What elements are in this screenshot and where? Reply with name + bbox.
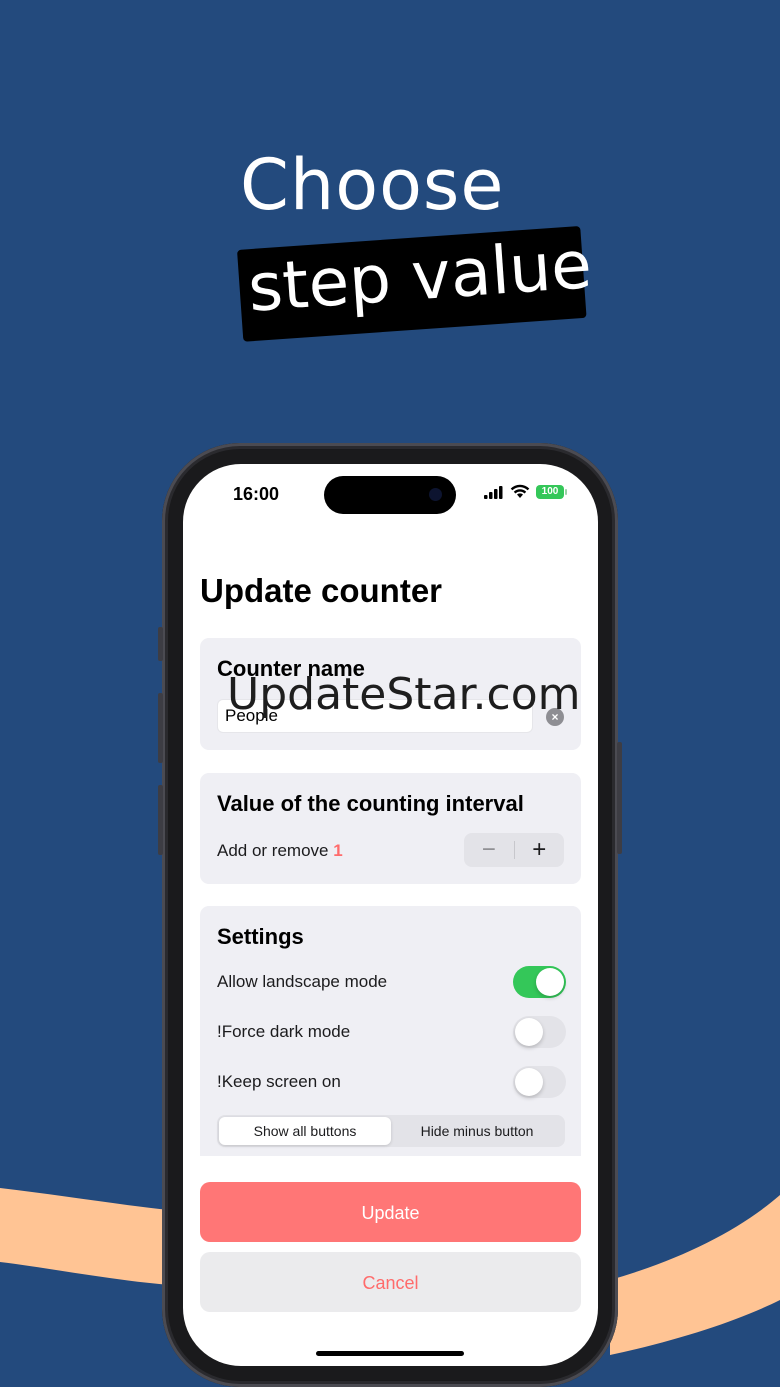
phone-side-button xyxy=(158,785,163,855)
status-icons: 100 xyxy=(484,484,567,499)
interval-card: Value of the counting interval Add or re… xyxy=(200,773,581,884)
toggle-knob xyxy=(515,1018,543,1046)
decrement-button[interactable]: − xyxy=(464,833,514,867)
update-button[interactable]: Update xyxy=(200,1182,581,1242)
increment-button[interactable]: + xyxy=(515,833,565,867)
signal-icon xyxy=(484,485,503,499)
setting-label-keep-screen-on: !Keep screen on xyxy=(217,1072,341,1091)
phone-side-button xyxy=(617,742,622,854)
watermark: UpdateStar.com xyxy=(227,669,581,720)
settings-card: Settings Allow landscape mode !Force dar… xyxy=(200,906,581,1156)
toggle-dark-mode[interactable] xyxy=(513,1016,566,1048)
step-value: 1 xyxy=(333,841,343,860)
setting-label-landscape: Allow landscape mode xyxy=(217,972,388,991)
battery-icon: 100 xyxy=(536,484,567,499)
toggle-landscape-mode[interactable] xyxy=(513,966,566,998)
interval-label-text: Add or remove xyxy=(217,841,329,860)
phone-side-button xyxy=(158,627,163,661)
settings-title: Settings xyxy=(217,924,304,949)
page-title: Update counter xyxy=(200,572,443,609)
phone-side-button xyxy=(158,693,163,763)
dynamic-island xyxy=(324,476,456,514)
step-stepper[interactable]: − + xyxy=(464,833,564,867)
buttons-segmented-control: Show all buttons Hide minus button xyxy=(217,1115,565,1147)
segment-hide-minus-button[interactable]: Hide minus button xyxy=(391,1117,563,1145)
segment-show-all-buttons[interactable]: Show all buttons xyxy=(219,1117,391,1145)
promo-title-line1: Choose xyxy=(240,144,505,226)
wifi-icon xyxy=(510,484,530,498)
home-indicator xyxy=(316,1351,464,1356)
toggle-keep-screen-on[interactable] xyxy=(513,1066,566,1098)
toggle-knob xyxy=(515,1068,543,1096)
camera-icon xyxy=(429,488,442,501)
status-time: 16:00 xyxy=(233,484,280,504)
interval-title: Value of the counting interval xyxy=(217,791,524,816)
setting-label-dark-mode: !Force dark mode xyxy=(217,1022,351,1041)
toggle-knob xyxy=(536,968,564,996)
phone-screen: 16:00 100 Update counter Counter name × … xyxy=(183,464,598,1366)
cancel-button[interactable]: Cancel xyxy=(200,1252,581,1312)
interval-label: Add or remove 1 xyxy=(217,841,343,861)
